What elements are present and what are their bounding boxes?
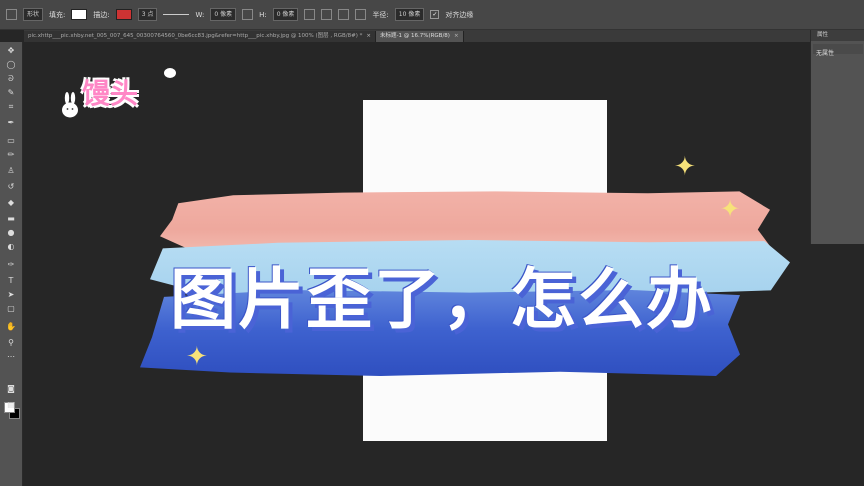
panel-title[interactable]: 属性 <box>811 30 864 41</box>
blur-icon[interactable]: ● <box>6 228 16 237</box>
radius-input[interactable]: 10 像素 <box>394 8 425 21</box>
dodge-icon[interactable]: ◐ <box>6 242 16 251</box>
path-operations-icon[interactable] <box>304 9 316 20</box>
path-arrangement-icon[interactable] <box>338 9 350 20</box>
quick-select-icon[interactable]: ✎ <box>6 88 16 97</box>
bunny-icon <box>62 92 78 118</box>
document-tab-bar: pic.xhttp___pic.xhby.net_005_007_645_003… <box>24 30 810 42</box>
width-input[interactable]: 0 像素 <box>210 8 237 21</box>
shape-icon[interactable]: ▢ <box>6 304 16 313</box>
move-icon[interactable]: ✥ <box>6 46 16 55</box>
tools-panel: ✥ ◯ ᘐ ✎ ⌗ ✒ ▭ ✏ ♙ ↺ ◆ ▬ ● ◐ ✑ T ➤ ▢ ✋ ⚲ … <box>0 42 23 486</box>
path-select-icon[interactable]: ➤ <box>6 290 16 299</box>
stroke-type-select[interactable] <box>163 14 190 15</box>
height-input[interactable]: 0 像素 <box>272 8 299 21</box>
brush-icon[interactable]: ✏ <box>6 150 16 159</box>
headline-text: 图片歪了，怎么办 <box>170 261 714 338</box>
eraser-icon[interactable]: ◆ <box>6 198 16 207</box>
zoom-icon[interactable]: ⚲ <box>6 338 16 347</box>
path-alignment-icon[interactable] <box>321 9 333 20</box>
height-label: H: <box>259 10 267 19</box>
shape-mode-select[interactable]: 形状 <box>23 8 44 21</box>
crop-icon[interactable]: ⌗ <box>6 102 16 111</box>
type-icon[interactable]: T <box>6 276 16 285</box>
tool-preset-icon[interactable] <box>6 9 17 20</box>
stroke-width-input[interactable]: 3 点 <box>137 8 158 21</box>
tab-label: 未标题-1 @ 16.7%(RGB/8) <box>380 33 450 39</box>
width-label: W: <box>195 10 205 19</box>
options-bar: 形状 填充: 描边: 3 点 W: 0 像素 H: 0 像素 半径: 10 像素… <box>0 0 864 30</box>
close-icon[interactable]: × <box>366 33 371 39</box>
sparkle-icon: ✦ <box>720 195 741 223</box>
more-tools-icon[interactable]: ⋯ <box>6 352 16 361</box>
tab-label: pic.xhttp___pic.xhby.net_005_007_645_003… <box>28 33 363 39</box>
stroke-label: 描边: <box>93 10 110 19</box>
close-icon[interactable]: × <box>454 33 459 39</box>
clone-stamp-icon[interactable]: ♙ <box>6 166 16 175</box>
healing-icon[interactable]: ▭ <box>6 136 16 145</box>
pen-icon[interactable]: ✑ <box>6 260 16 269</box>
lasso-icon[interactable]: ᘐ <box>6 74 16 83</box>
gradient-icon[interactable]: ▬ <box>6 214 16 223</box>
screen-mode-icon[interactable]: ▤ <box>6 400 16 409</box>
link-icon[interactable] <box>242 9 254 20</box>
logo-text: 馒头 <box>82 77 139 110</box>
sparkle-icon: ✦ <box>674 152 696 182</box>
history-brush-icon[interactable]: ↺ <box>6 182 16 191</box>
marquee-icon[interactable]: ◯ <box>6 60 16 69</box>
align-edges-label: 对齐边缘 <box>445 10 474 19</box>
sparkle-icon: ✦ <box>186 342 208 372</box>
eyedropper-icon[interactable]: ✒ <box>6 118 16 127</box>
fill-label: 填充: <box>49 10 66 19</box>
document-tab[interactable]: pic.xhttp___pic.xhby.net_005_007_645_003… <box>24 31 376 42</box>
radius-label: 半径: <box>372 10 389 19</box>
stroke-swatch[interactable] <box>115 9 132 20</box>
fill-swatch[interactable] <box>71 9 88 20</box>
properties-panel: 属性 无属性 <box>810 30 864 244</box>
speech-bubble-icon <box>164 68 176 78</box>
quick-mask-icon[interactable]: ◙ <box>6 384 16 393</box>
panel-content: 无属性 <box>816 50 835 57</box>
gear-icon[interactable] <box>355 9 367 20</box>
align-edges-checkbox[interactable]: ✓ <box>430 10 440 19</box>
hand-icon[interactable]: ✋ <box>6 322 16 331</box>
document-tab-active[interactable]: 未标题-1 @ 16.7%(RGB/8) × <box>376 31 464 42</box>
